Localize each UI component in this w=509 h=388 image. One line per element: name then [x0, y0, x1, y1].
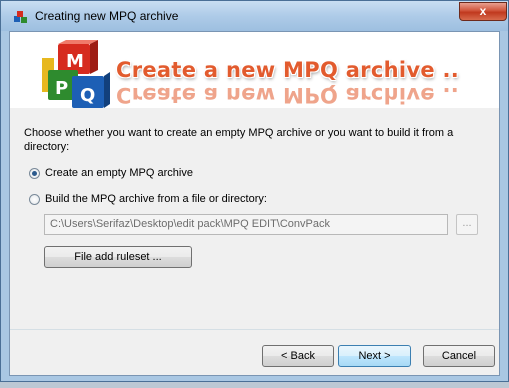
dialog-window: Creating new MPQ archive x M P Q Create … [0, 0, 509, 382]
close-icon: x [479, 4, 487, 18]
logo-letter-p: P [55, 78, 68, 99]
title-bar[interactable]: Creating new MPQ archive x [1, 1, 508, 31]
instructions-text: Choose whether you want to create an emp… [24, 127, 454, 153]
logo-letter-m: M [66, 51, 84, 72]
back-button[interactable]: < Back [262, 345, 334, 367]
wizard-client-area: M P Q Create a new MPQ archive .. Create… [9, 31, 500, 376]
mpq-logo-icon: M P Q [42, 40, 110, 108]
wizard-header: M P Q Create a new MPQ archive .. Create… [10, 32, 499, 108]
file-add-ruleset-button[interactable]: File add ruleset ... [44, 246, 192, 268]
radio-build-from-directory[interactable]: Build the MPQ archive from a file or dir… [29, 191, 267, 207]
background-strip [0, 382, 509, 388]
cancel-button[interactable]: Cancel [423, 345, 495, 367]
radio-create-empty[interactable]: Create an empty MPQ archive [29, 165, 193, 181]
window-title: Creating new MPQ archive [35, 9, 179, 23]
footer-divider [10, 329, 499, 330]
logo-letter-q: Q [80, 85, 95, 106]
browse-button[interactable]: ... [456, 214, 478, 235]
header-title-reflection: Create a new MPQ archive .. [116, 83, 460, 107]
app-icon [14, 11, 27, 23]
radio-create-empty-label[interactable]: Create an empty MPQ archive [45, 167, 193, 179]
radio-selected-icon[interactable] [29, 167, 40, 179]
radio-build-label[interactable]: Build the MPQ archive from a file or dir… [45, 193, 267, 205]
close-button[interactable]: x [459, 2, 507, 21]
directory-path-input[interactable]: C:\Users\Serifaz\Desktop\edit pack\MPQ E… [44, 214, 448, 235]
radio-unselected-icon[interactable] [29, 193, 40, 205]
next-button[interactable]: Next > [338, 345, 411, 367]
header-title: Create a new MPQ archive .. [116, 58, 460, 82]
